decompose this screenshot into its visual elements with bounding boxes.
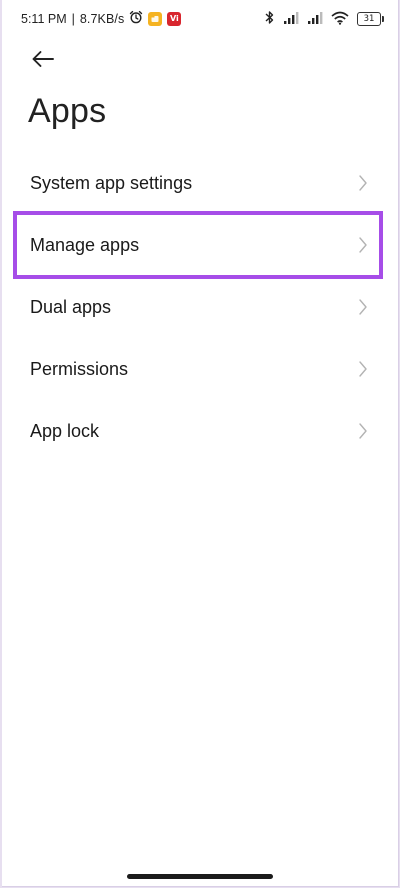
network-speed: 8.7KB/s	[79, 11, 125, 26]
status-separator: |	[71, 11, 75, 26]
wifi-icon	[331, 11, 349, 28]
vi-app-icon: Vi	[167, 11, 182, 26]
menu-item-manage-apps[interactable]: Manage apps	[2, 214, 398, 276]
chevron-right-icon	[359, 237, 367, 253]
chevron-right-icon	[359, 175, 367, 191]
chevron-right-icon	[359, 361, 367, 377]
menu-item-permissions[interactable]: Permissions	[2, 338, 398, 400]
menu-item-label: Permissions	[30, 358, 129, 379]
alarm-icon	[129, 10, 143, 27]
page-title: Apps	[28, 92, 107, 130]
phone-screen: 5:11 PM | 8.7KB/s Vi 31 Apps System app …	[2, 0, 399, 887]
signal-icon	[283, 11, 299, 28]
signal-icon	[307, 11, 323, 28]
menu-item-label: System app settings	[30, 172, 193, 193]
menu-item-dual-apps[interactable]: Dual apps	[2, 276, 398, 338]
status-time: 5:11 PM	[21, 11, 67, 26]
bluetooth-icon	[264, 10, 275, 28]
home-indicator[interactable]	[127, 874, 273, 879]
menu-item-system-app-settings[interactable]: System app settings	[2, 152, 398, 214]
menu-item-label: Dual apps	[30, 296, 112, 317]
apps-menu-list: System app settings Manage apps Dual app…	[2, 152, 398, 462]
files-app-icon	[148, 11, 163, 26]
status-left: 5:11 PM | 8.7KB/s Vi	[21, 10, 182, 27]
battery-icon: 31	[357, 12, 384, 26]
menu-item-app-lock[interactable]: App lock	[2, 400, 398, 462]
status-right: 31	[264, 10, 384, 28]
status-bar: 5:11 PM | 8.7KB/s Vi 31	[2, 0, 398, 36]
back-button[interactable]	[28, 44, 58, 74]
menu-item-label: Manage apps	[30, 234, 140, 255]
chevron-right-icon	[359, 423, 367, 439]
menu-item-label: App lock	[30, 420, 100, 441]
arrow-left-icon	[32, 51, 54, 67]
chevron-right-icon	[359, 299, 367, 315]
